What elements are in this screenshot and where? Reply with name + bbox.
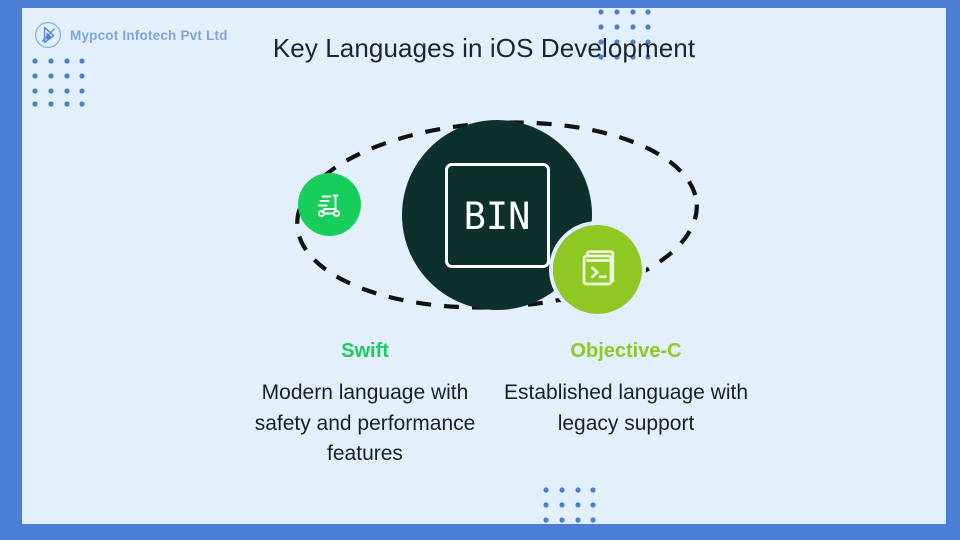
swift-node[interactable] xyxy=(298,173,361,236)
diagram: BIN xyxy=(22,103,946,328)
language-columns: Swift Modern language with safety and pe… xyxy=(22,340,946,470)
terminal-console-icon xyxy=(582,249,614,285)
column-objective-c-body: Established language with legacy support xyxy=(504,381,749,435)
scooter-icon xyxy=(317,194,340,217)
bin-box-icon: BIN xyxy=(444,162,550,268)
dot-grid-bottom-center xyxy=(543,487,596,523)
column-swift-heading: Swift xyxy=(341,340,389,362)
core-node-label: BIN xyxy=(463,194,531,238)
column-swift: Swift Modern language with safety and pe… xyxy=(234,340,496,470)
dot-grid-top-left xyxy=(32,58,85,107)
objective-c-node[interactable] xyxy=(549,221,646,318)
slide-canvas: Mypcot Infotech Pvt Ltd Key Languages in… xyxy=(22,8,946,524)
slide-frame: Mypcot Infotech Pvt Ltd Key Languages in… xyxy=(0,0,960,540)
column-swift-body: Modern language with safety and performa… xyxy=(254,381,476,466)
column-objective-c: Objective-C Established language with le… xyxy=(504,340,748,470)
column-objective-c-heading: Objective-C xyxy=(570,340,682,362)
page-title: Key Languages in iOS Development xyxy=(272,33,696,63)
